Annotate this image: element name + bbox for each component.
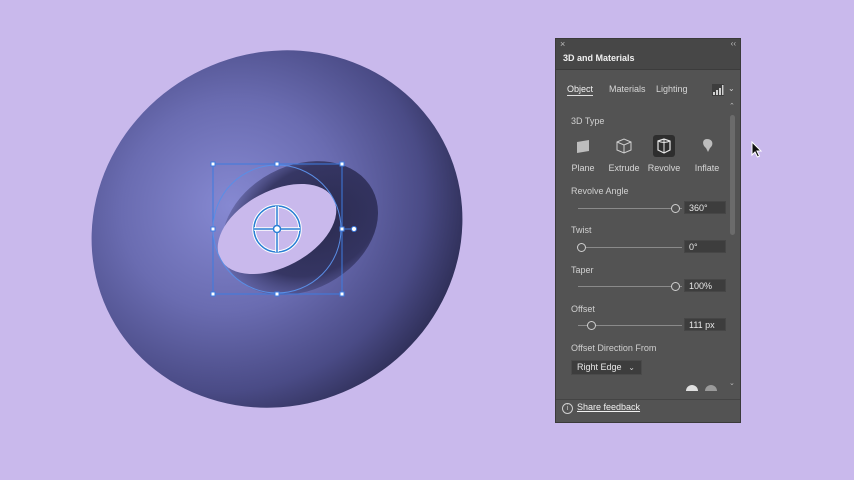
rotate-handle [351,226,357,232]
handle-top-left [210,161,216,167]
plane-icon [577,140,589,153]
panel-footer-divider [556,399,740,400]
type-revolve-button[interactable] [653,135,675,157]
share-feedback-link[interactable]: Share feedback [577,402,640,412]
handle-bottom-right [339,291,345,297]
extrude-icon [616,138,632,154]
taper-input[interactable]: 100% [684,279,726,292]
revolve-angle-slider[interactable] [578,208,682,209]
collapse-panel-icon[interactable]: ‹‹ [731,39,736,49]
type-inflate-button[interactable] [696,135,718,157]
twist-input[interactable]: 0° [684,240,726,253]
cap-options-icon[interactable] [685,384,719,392]
offset-label: Offset [571,304,595,314]
type-revolve-label: Revolve [647,163,681,173]
handle-bottom-mid [274,291,280,297]
tab-lighting[interactable]: Lighting [656,84,688,94]
type-plane-button[interactable] [572,135,594,157]
revolve-angle-input[interactable]: 360° [684,201,726,214]
revolve-angle-slider-knob[interactable] [671,204,680,213]
taper-label: Taper [571,265,594,275]
twist-slider[interactable] [578,247,682,248]
tab-materials[interactable]: Materials [609,84,646,94]
tab-object[interactable]: Object [567,84,594,96]
handle-mid-left [210,226,216,232]
mouse-pointer-icon [751,141,763,158]
3d-materials-panel: × ‹‹ 3D and Materials Object Materials L… [555,38,741,423]
handle-top-right [339,161,345,167]
offset-direction-dropdown[interactable]: Right Edge ⌄ [571,360,642,375]
panel-titlebar: 3D and Materials [556,49,740,70]
chevron-down-icon: ⌄ [628,363,635,372]
scroll-down-icon[interactable]: ⌄ [729,379,735,387]
handle-bottom-left [210,291,216,297]
handle-top-mid [274,161,280,167]
offset-direction-value: Right Edge [577,362,622,372]
rotation-widget-icon[interactable] [252,204,302,254]
offset-slider-knob[interactable] [587,321,596,330]
type-extrude-label: Extrude [608,163,640,173]
taper-slider-knob[interactable] [671,282,680,291]
render-quality-icon[interactable] [712,84,724,96]
handle-mid-right [339,226,345,232]
inflate-icon [703,139,713,152]
type-plane-label: Plane [571,163,595,173]
twist-slider-knob[interactable] [577,243,586,252]
offset-direction-label: Offset Direction From [571,343,657,353]
offset-input[interactable]: 111 px [684,318,726,331]
type-extrude-button[interactable] [613,135,635,157]
info-icon: i [562,403,573,414]
revolve-angle-label: Revolve Angle [571,186,629,196]
close-icon[interactable]: × [560,39,565,49]
revolve-icon [657,138,671,154]
type-inflate-label: Inflate [694,163,720,173]
taper-slider[interactable] [578,286,682,287]
twist-label: Twist [571,225,592,235]
panel-top-strip [556,39,740,49]
panel-title: 3D and Materials [563,53,635,63]
scroll-up-icon[interactable]: ⌃ [729,102,735,110]
section-3d-type-label: 3D Type [571,116,605,126]
scrollbar-thumb[interactable] [730,115,735,235]
render-options-chevron-down-icon[interactable]: ⌄ [728,84,735,93]
